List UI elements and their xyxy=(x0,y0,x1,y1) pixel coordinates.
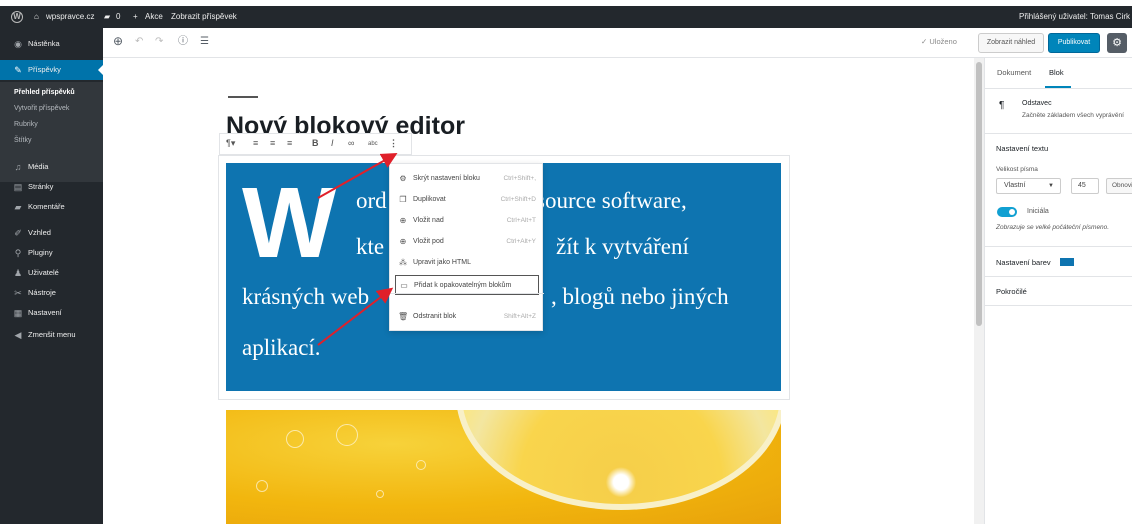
arrow-to-more-options xyxy=(317,153,398,199)
tab-block[interactable]: Blok xyxy=(1049,68,1064,77)
annotation-arrows xyxy=(317,153,398,346)
color-swatch xyxy=(1060,258,1074,266)
page: W ⌂ wpspravce.cz ▰ 0 + Akce Zobrazit pří… xyxy=(0,0,1132,524)
advanced-heading[interactable]: Pokročilé xyxy=(996,287,1027,296)
arrow-to-add-reusable xyxy=(317,287,394,346)
block-name: Odstavec xyxy=(1022,100,1052,107)
dropcap-label: Iniciála xyxy=(1027,208,1049,215)
reset-button[interactable]: Obnovit xyxy=(1106,178,1132,194)
panel-divider xyxy=(985,88,1132,89)
text-settings-heading[interactable]: Nastavení textu xyxy=(996,144,1048,153)
font-size-label: Velikost písma xyxy=(996,166,1038,173)
font-size-select[interactable]: Vlastní ▼ xyxy=(996,178,1061,194)
paragraph-block-icon: ¶ xyxy=(999,100,1005,111)
editor-scrollbar-thumb[interactable] xyxy=(976,62,982,326)
dropcap-help: Zobrazuje se velké počáteční písmeno. xyxy=(996,224,1110,231)
font-size-input[interactable]: 45 xyxy=(1071,178,1099,194)
font-size-select-value: Vlastní xyxy=(1004,182,1026,189)
panel-divider xyxy=(985,133,1132,134)
tab-document[interactable]: Dokument xyxy=(997,68,1031,77)
settings-sidebar: Dokument Blok ¶ Odstavec Začněte základe… xyxy=(984,58,1132,524)
block-description: Začněte základem všech vyprávění xyxy=(1022,112,1124,119)
chevron-down-icon: ▼ xyxy=(1048,183,1054,189)
panel-divider xyxy=(985,246,1132,247)
panel-divider xyxy=(985,276,1132,277)
color-settings-heading[interactable]: Nastavení barev xyxy=(996,258,1051,267)
dropcap-toggle[interactable] xyxy=(997,207,1017,217)
panel-divider xyxy=(985,305,1132,306)
